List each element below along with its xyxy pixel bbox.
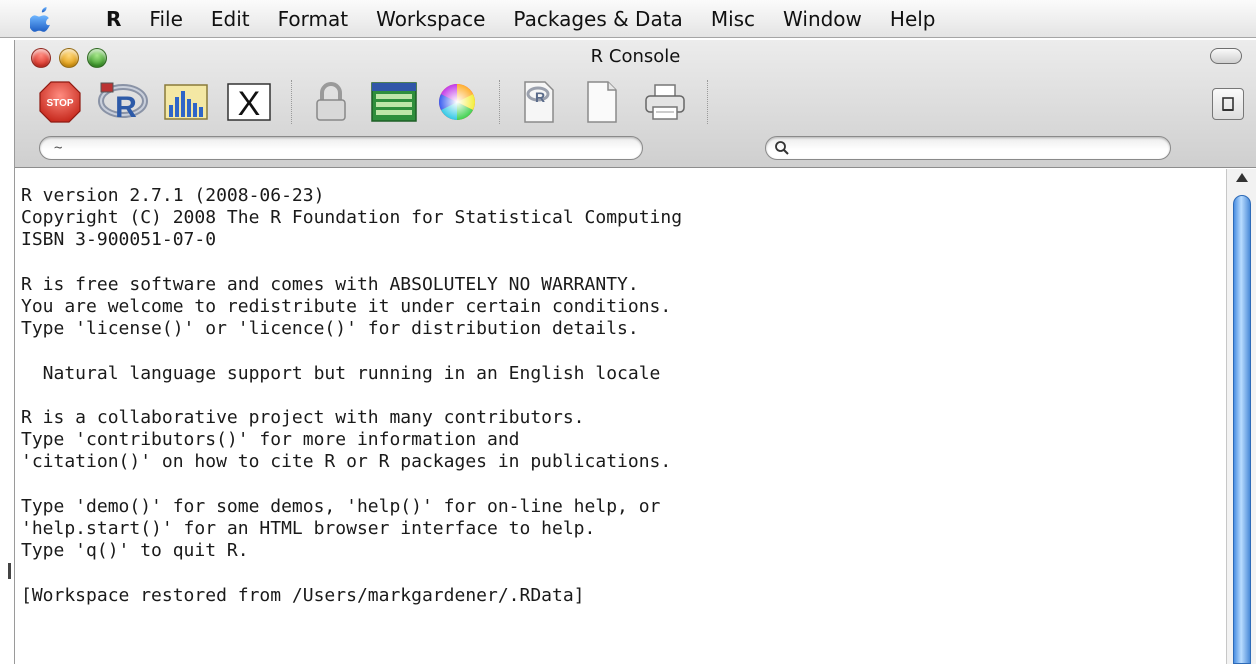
vertical-scrollbar[interactable] bbox=[1226, 169, 1256, 664]
toolbar-separator bbox=[291, 80, 292, 124]
bar-chart-icon bbox=[164, 84, 208, 120]
console-line: You are welcome to redistribute it under… bbox=[21, 296, 672, 317]
svg-text:R: R bbox=[115, 91, 137, 124]
menu-format[interactable]: Format bbox=[264, 7, 362, 31]
console-line: R version 2.7.1 (2008-06-23) bbox=[21, 185, 325, 206]
console-line: Natural language support but running in … bbox=[21, 362, 661, 384]
drawer-button[interactable] bbox=[1212, 88, 1244, 120]
console-line: Copyright (C) 2008 The R Foundation for … bbox=[21, 207, 683, 229]
drawer-icon bbox=[1222, 97, 1234, 111]
lock-icon bbox=[316, 82, 346, 121]
print-button[interactable] bbox=[640, 77, 690, 127]
menu-file[interactable]: File bbox=[135, 7, 196, 31]
console-line: ISBN 3-900051-07-0 bbox=[21, 229, 217, 251]
console-line: [Workspace restored from /Users/markgard… bbox=[21, 584, 585, 606]
printer-icon bbox=[645, 84, 685, 120]
search-field[interactable] bbox=[765, 136, 1171, 160]
source-script-button[interactable]: R bbox=[98, 77, 148, 127]
menu-help[interactable]: Help bbox=[876, 7, 950, 31]
svg-text:X: X bbox=[238, 85, 261, 123]
toolbar-separator bbox=[499, 80, 500, 124]
r-console-window: R Console STOP R X R ~ R version 2.7.1 (… bbox=[14, 40, 1256, 664]
open-script-button[interactable]: R bbox=[514, 77, 564, 127]
console-line: 'citation()' on how to cite R or R packa… bbox=[21, 451, 672, 473]
menu-workspace[interactable]: Workspace bbox=[362, 7, 499, 31]
scroll-up-arrow[interactable] bbox=[1236, 173, 1248, 182]
r-document-icon: R bbox=[524, 81, 554, 123]
menu-edit[interactable]: Edit bbox=[197, 7, 264, 31]
menu-window[interactable]: Window bbox=[769, 7, 876, 31]
colors-button[interactable] bbox=[432, 77, 482, 127]
window-title: R Console bbox=[590, 46, 681, 67]
window-titlebar: R Console STOP R X R ~ bbox=[15, 40, 1256, 168]
toolbar-toggle-button[interactable] bbox=[1210, 48, 1242, 64]
svg-text:R: R bbox=[535, 89, 545, 105]
apple-icon[interactable] bbox=[30, 4, 64, 34]
svg-text:STOP: STOP bbox=[46, 98, 73, 109]
menu-r[interactable]: R bbox=[92, 7, 135, 31]
data-editor-button[interactable] bbox=[369, 77, 419, 127]
blank-document-icon bbox=[587, 81, 617, 123]
toolbar: STOP R X R bbox=[35, 76, 722, 128]
console-line: R is free software and comes with ABSOLU… bbox=[21, 273, 639, 295]
console-line: Type 'demo()' for some demos, 'help()' f… bbox=[21, 495, 661, 517]
quartz-button[interactable] bbox=[161, 77, 211, 127]
color-wheel-icon bbox=[439, 84, 475, 120]
toolbar-separator bbox=[707, 80, 708, 124]
working-directory-field[interactable]: ~ bbox=[39, 136, 643, 160]
search-icon bbox=[775, 141, 789, 155]
console-line: R is a collaborative project with many c… bbox=[21, 406, 585, 428]
console-line: 'help.start()' for an HTML browser inter… bbox=[21, 517, 596, 539]
window-edge-marker bbox=[8, 563, 11, 579]
console-output[interactable]: R version 2.7.1 (2008-06-23) Copyright (C… bbox=[15, 169, 1227, 664]
x11-button[interactable]: X bbox=[224, 77, 274, 127]
console-line: Type 'contributors()' for more informati… bbox=[21, 429, 520, 451]
authorize-button[interactable] bbox=[306, 77, 356, 127]
new-document-button[interactable] bbox=[577, 77, 627, 127]
spreadsheet-icon bbox=[371, 82, 417, 122]
console-line: Type 'q()' to quit R. bbox=[21, 540, 249, 562]
menu-bar: R File Edit Format Workspace Packages & … bbox=[0, 0, 1256, 38]
console-line: Type 'license()' or 'licence()' for dist… bbox=[21, 318, 639, 340]
menu-misc[interactable]: Misc bbox=[697, 7, 769, 31]
r-logo-icon: R bbox=[98, 82, 148, 124]
x11-icon: X bbox=[227, 83, 271, 123]
menu-packages-data[interactable]: Packages & Data bbox=[499, 7, 696, 31]
stop-button[interactable]: STOP bbox=[35, 77, 85, 127]
scroll-thumb[interactable] bbox=[1233, 195, 1251, 664]
stop-sign-icon: STOP bbox=[39, 81, 81, 123]
